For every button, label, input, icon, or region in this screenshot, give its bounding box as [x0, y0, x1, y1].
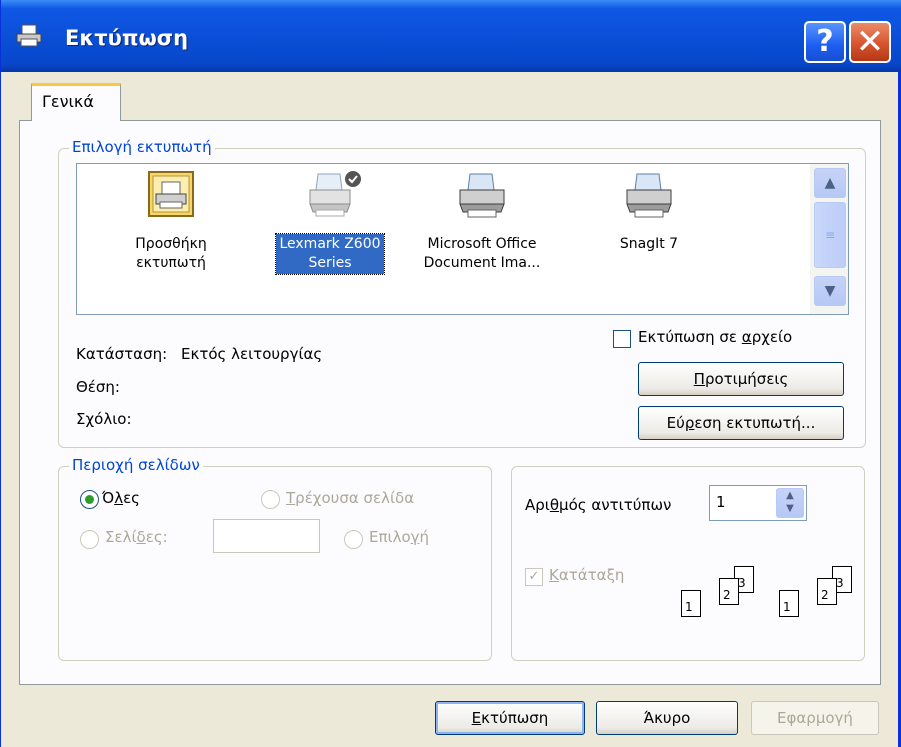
scroll-thumb[interactable]: ≡	[814, 202, 846, 268]
print-button[interactable]: Εκτύπωση	[435, 701, 585, 735]
title-bar[interactable]: Εκτύπωση ? ✕	[1, 0, 901, 72]
printer-icon	[456, 170, 508, 222]
window-title: Εκτύπωση	[65, 26, 189, 50]
print-dialog: Εκτύπωση ? ✕ Γενικά Επιλογή εκτυπωτή Προ…	[0, 0, 901, 747]
copies-value: 1	[716, 493, 726, 511]
preferences-button[interactable]: Προτιμήσεις	[638, 362, 844, 396]
radio-current-page-label[interactable]: Τρέχουσα σελίδα	[286, 489, 414, 507]
radio-all-pages-label[interactable]: Όλες	[102, 489, 140, 507]
collate-checkbox[interactable]: ✓	[525, 568, 543, 586]
scroll-up-button[interactable]: ▲	[814, 168, 846, 198]
page-range-legend: Περιοχή σελίδων	[69, 456, 203, 474]
close-button[interactable]: ✕	[849, 21, 891, 63]
status-value: Εκτός λειτουργίας	[181, 345, 323, 363]
comment-label: Σχόλιο:	[76, 410, 132, 428]
printer-item-label: Lexmark Z600	[279, 236, 381, 252]
cancel-button[interactable]: Άκυρο	[596, 701, 738, 735]
copies-spinner[interactable]: ▲ ▼	[776, 488, 804, 518]
printer-item-microsoft-office[interactable]: Microsoft Office Document Ima...	[412, 170, 552, 274]
location-label: Θέση:	[76, 378, 120, 396]
radio-current-page[interactable]	[261, 490, 280, 509]
printer-item-label: Series	[308, 255, 352, 271]
status-label: Κατάσταση:	[76, 345, 168, 363]
radio-selection[interactable]	[344, 530, 363, 549]
printer-item-lexmark[interactable]: Lexmark Z600 Series	[260, 170, 400, 275]
print-to-file-checkbox[interactable]	[613, 330, 631, 348]
printer-selection-legend: Επιλογή εκτυπωτή	[69, 138, 215, 156]
printer-item-add[interactable]: Προσθήκη εκτυπωτή	[101, 170, 241, 274]
radio-pages[interactable]	[80, 530, 99, 549]
printer-item-label: SnagIt 7	[619, 236, 679, 252]
scroll-down-button[interactable]: ▼	[814, 276, 846, 306]
printer-item-label: Document Ima...	[423, 255, 541, 271]
printer-item-label: Microsoft Office	[427, 236, 537, 252]
printer-default-icon	[304, 170, 361, 222]
collate-label[interactable]: Κατάταξη	[549, 566, 624, 584]
print-to-file-label[interactable]: Εκτύπωση σε αρχείο	[638, 328, 792, 346]
copies-input[interactable]: 1 ▲ ▼	[709, 485, 807, 521]
find-printer-button[interactable]: Εύρεση εκτυπωτή...	[638, 406, 844, 440]
printer-list-scrollbar[interactable]: ▲ ≡ ▼	[810, 164, 848, 314]
printer-list[interactable]: Προσθήκη εκτυπωτή Lexmark Z600 Series Mi…	[76, 163, 849, 315]
add-printer-icon	[145, 170, 197, 222]
tab-general[interactable]: Γενικά	[31, 83, 121, 121]
radio-pages-label[interactable]: Σελίδες:	[105, 528, 168, 546]
printer-icon	[623, 170, 675, 222]
copies-label: Αριθμός αντιτύπων	[525, 496, 672, 514]
apply-button[interactable]: Εφαρμογή	[751, 701, 879, 735]
printer-item-label: Προσθήκη	[135, 236, 207, 252]
printer-item-snagit[interactable]: SnagIt 7	[595, 170, 703, 255]
printer-item-label: εκτυπωτή	[136, 255, 206, 271]
radio-all-pages[interactable]	[80, 490, 99, 509]
help-button[interactable]: ?	[804, 21, 846, 63]
pages-input[interactable]	[213, 519, 320, 553]
radio-selection-label[interactable]: Επιλογή	[369, 528, 429, 546]
printer-icon	[15, 24, 43, 48]
